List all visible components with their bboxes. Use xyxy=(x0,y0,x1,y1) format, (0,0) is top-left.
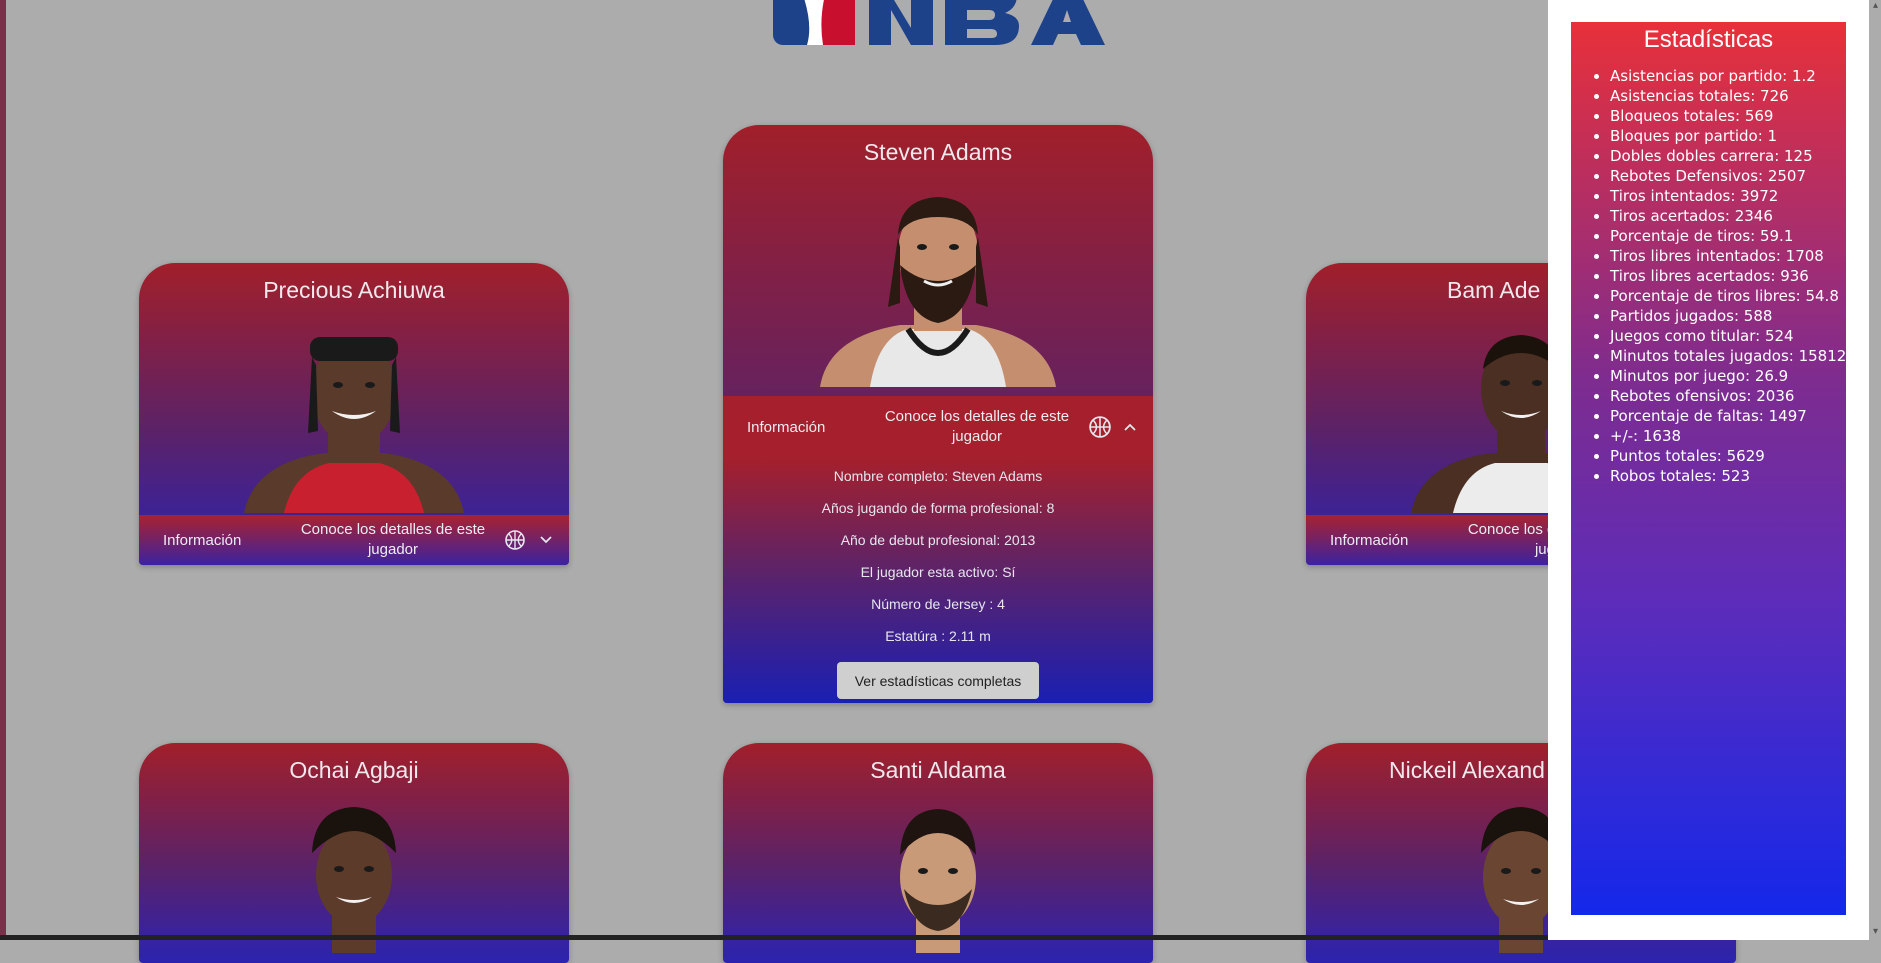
info-label: Información xyxy=(1330,531,1409,549)
stat-item: Tiros acertados: 2346 xyxy=(1610,206,1846,226)
chevron-down-icon[interactable] xyxy=(539,533,553,547)
stat-item: Tiros libres acertados: 936 xyxy=(1610,266,1846,286)
player-card[interactable]: Precious Achiuwa Información Conoce los … xyxy=(139,263,569,565)
detail-jersey-number: Número de Jersey : 4 xyxy=(871,596,1005,612)
view-full-stats-button[interactable]: Ver estadísticas completas xyxy=(837,662,1039,699)
stats-drawer: Estadísticas Asistencias por partido: 1.… xyxy=(1548,0,1869,940)
stat-item: Bloqueos totales: 569 xyxy=(1610,106,1846,126)
scroll-up-arrow-icon[interactable]: ▴ xyxy=(1870,0,1881,12)
stat-item: Rebotes ofensivos: 2036 xyxy=(1610,386,1846,406)
basketball-icon xyxy=(1089,416,1111,438)
player-photo xyxy=(312,807,396,953)
stat-item: Tiros intentados: 3972 xyxy=(1610,186,1846,206)
detail-full-name: Nombre completo: Steven Adams xyxy=(833,468,1043,484)
horizontal-scrollbar[interactable] xyxy=(0,935,1548,940)
stat-item: Minutos totales jugados: 15812 xyxy=(1610,346,1846,366)
info-label: Información xyxy=(747,418,826,436)
stat-item: Bloques por partido: 1 xyxy=(1610,126,1846,146)
detail-height: Estatúra : 2.11 m xyxy=(885,628,991,644)
stat-item: Puntos totales: 5629 xyxy=(1610,446,1846,466)
player-card[interactable]: Santi Aldama xyxy=(723,743,1153,963)
player-name: Precious Achiuwa xyxy=(263,277,445,303)
stats-list: Asistencias por partido: 1.2 Asistencias… xyxy=(1571,66,1846,486)
detail-years-pro: Años jugando de forma profesional: 8 xyxy=(821,500,1055,516)
stat-item: +/-: 1638 xyxy=(1610,426,1846,446)
stat-item: Porcentaje de faltas: 1497 xyxy=(1610,406,1846,426)
player-photo xyxy=(244,337,464,513)
player-name: Steven Adams xyxy=(863,139,1013,165)
player-card[interactable]: Ochai Agbaji xyxy=(139,743,569,963)
stat-item: Dobles dobles carrera: 125 xyxy=(1610,146,1846,166)
chevron-up-icon[interactable] xyxy=(1123,420,1137,434)
info-label: Información xyxy=(163,531,242,549)
stats-box: Estadísticas Asistencias por partido: 1.… xyxy=(1571,22,1846,915)
detail-active: El jugador esta activo: Sí xyxy=(860,564,1016,580)
stat-item: Rebotes Defensivos: 2507 xyxy=(1610,166,1846,186)
basketball-icon xyxy=(505,530,525,550)
scroll-down-arrow-icon[interactable]: ▾ xyxy=(1870,926,1881,938)
player-card-expanded[interactable]: Steven Adams Información Conoce los deta… xyxy=(723,125,1153,703)
player-details-panel: Nombre completo: Steven Adams Años jugan… xyxy=(723,458,1153,703)
detail-debut-year: Año de debut profesional: 2013 xyxy=(840,532,1036,548)
stat-item: Porcentaje de tiros libres: 54.8 xyxy=(1610,286,1846,306)
nba-logo xyxy=(773,0,1105,45)
stat-item: Porcentaje de tiros: 59.1 xyxy=(1610,226,1846,246)
stat-item: Asistencias por partido: 1.2 xyxy=(1610,66,1846,86)
stat-item: Juegos como titular: 524 xyxy=(1610,326,1846,346)
player-info-accordion[interactable]: Información Conoce los detalles de este … xyxy=(723,396,1153,458)
stat-item: Robos totales: 523 xyxy=(1610,466,1846,486)
stat-item: Minutos por juego: 26.9 xyxy=(1610,366,1846,386)
page-left-edge xyxy=(0,0,6,940)
player-info-accordion[interactable]: Información Conoce los detalles de este … xyxy=(139,515,569,565)
stat-item: Partidos jugados: 588 xyxy=(1610,306,1846,326)
player-name: Santi Aldama xyxy=(870,757,1006,783)
player-name: Ochai Agbaji xyxy=(289,757,419,783)
stat-item: Asistencias totales: 726 xyxy=(1610,86,1846,106)
player-photo xyxy=(820,197,1056,387)
stats-title: Estadísticas xyxy=(1643,26,1774,53)
stat-item: Tiros libres intentados: 1708 xyxy=(1610,246,1846,266)
player-photo xyxy=(900,809,976,953)
info-description: Conoce los detalles de este jugador xyxy=(300,521,486,558)
info-description: Conoce los detalles de este jugador xyxy=(884,408,1070,445)
